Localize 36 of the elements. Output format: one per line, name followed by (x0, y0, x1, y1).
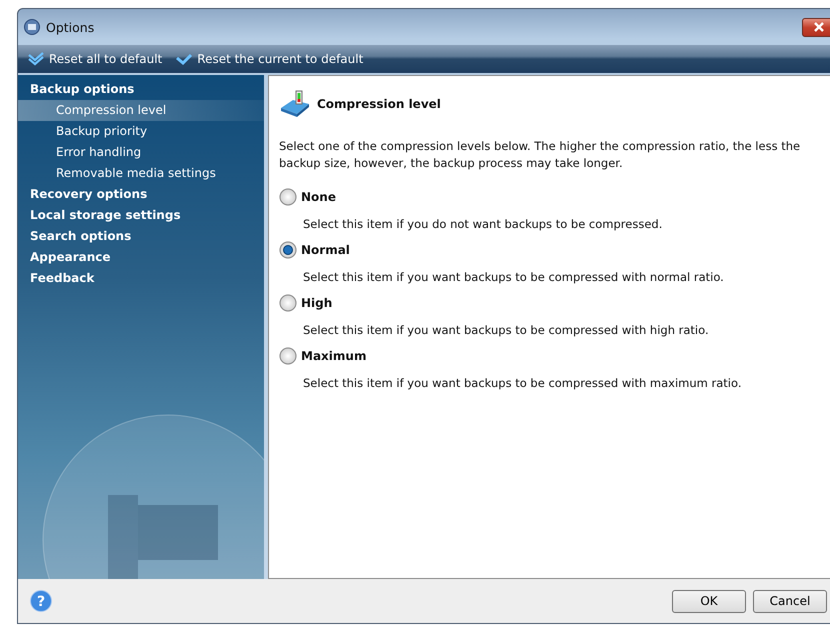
drive-icon (279, 90, 311, 118)
radio-button[interactable] (279, 241, 297, 259)
sidebar-item[interactable]: Recovery options (18, 184, 264, 205)
option-label: Maximum (301, 349, 366, 363)
sidebar-item[interactable]: Error handling (18, 142, 264, 163)
sidebar-item[interactable]: Appearance (18, 247, 264, 268)
radio-button[interactable] (279, 294, 297, 312)
radio-button[interactable] (279, 188, 297, 206)
sidebar-item[interactable]: Removable media settings (18, 163, 264, 184)
option-label: High (301, 296, 332, 310)
panel-title: Compression level (317, 97, 441, 111)
option-hint: Select this item if you do not want backups to be compressed. (303, 217, 664, 231)
check-icon (176, 53, 192, 65)
sidebar-item[interactable]: Local storage settings (18, 205, 264, 226)
option-label: None (301, 190, 336, 204)
option-hint: Select this item if you want backups to be compressed with normal ratio. (303, 270, 725, 284)
reset-button[interactable]: Reset the current to default (176, 52, 364, 66)
option-hint: Select this item if you want backups to be compressed with high ratio. (303, 323, 710, 337)
app-icon (24, 19, 40, 35)
sidebar-item[interactable]: Search options (18, 226, 264, 247)
help-icon[interactable]: ? (30, 590, 52, 612)
option-label: Normal (301, 243, 350, 257)
window-title: Options (46, 20, 94, 34)
dialog-button[interactable]: Cancel (753, 590, 827, 612)
close-icon (813, 22, 825, 32)
sidebar-item[interactable]: Backup options (18, 79, 264, 100)
reset-button[interactable]: Reset all to default (28, 52, 162, 66)
radio-button[interactable] (279, 347, 297, 365)
sidebar-item[interactable]: Backup priority (18, 121, 264, 142)
option-hint: Select this item if you want backups to be compressed with maximum ratio. (303, 376, 742, 390)
dialog-button[interactable]: OK (672, 590, 746, 612)
double-check-icon (28, 52, 44, 66)
description-text: Select one of the compression levels below. The higher the compression ratio, the less the backup size, however, the backup process may take longer. (279, 138, 802, 172)
sidebar-item[interactable]: Feedback (18, 268, 264, 289)
close-button[interactable] (802, 18, 830, 36)
sidebar-item[interactable]: Compression level (18, 100, 264, 121)
